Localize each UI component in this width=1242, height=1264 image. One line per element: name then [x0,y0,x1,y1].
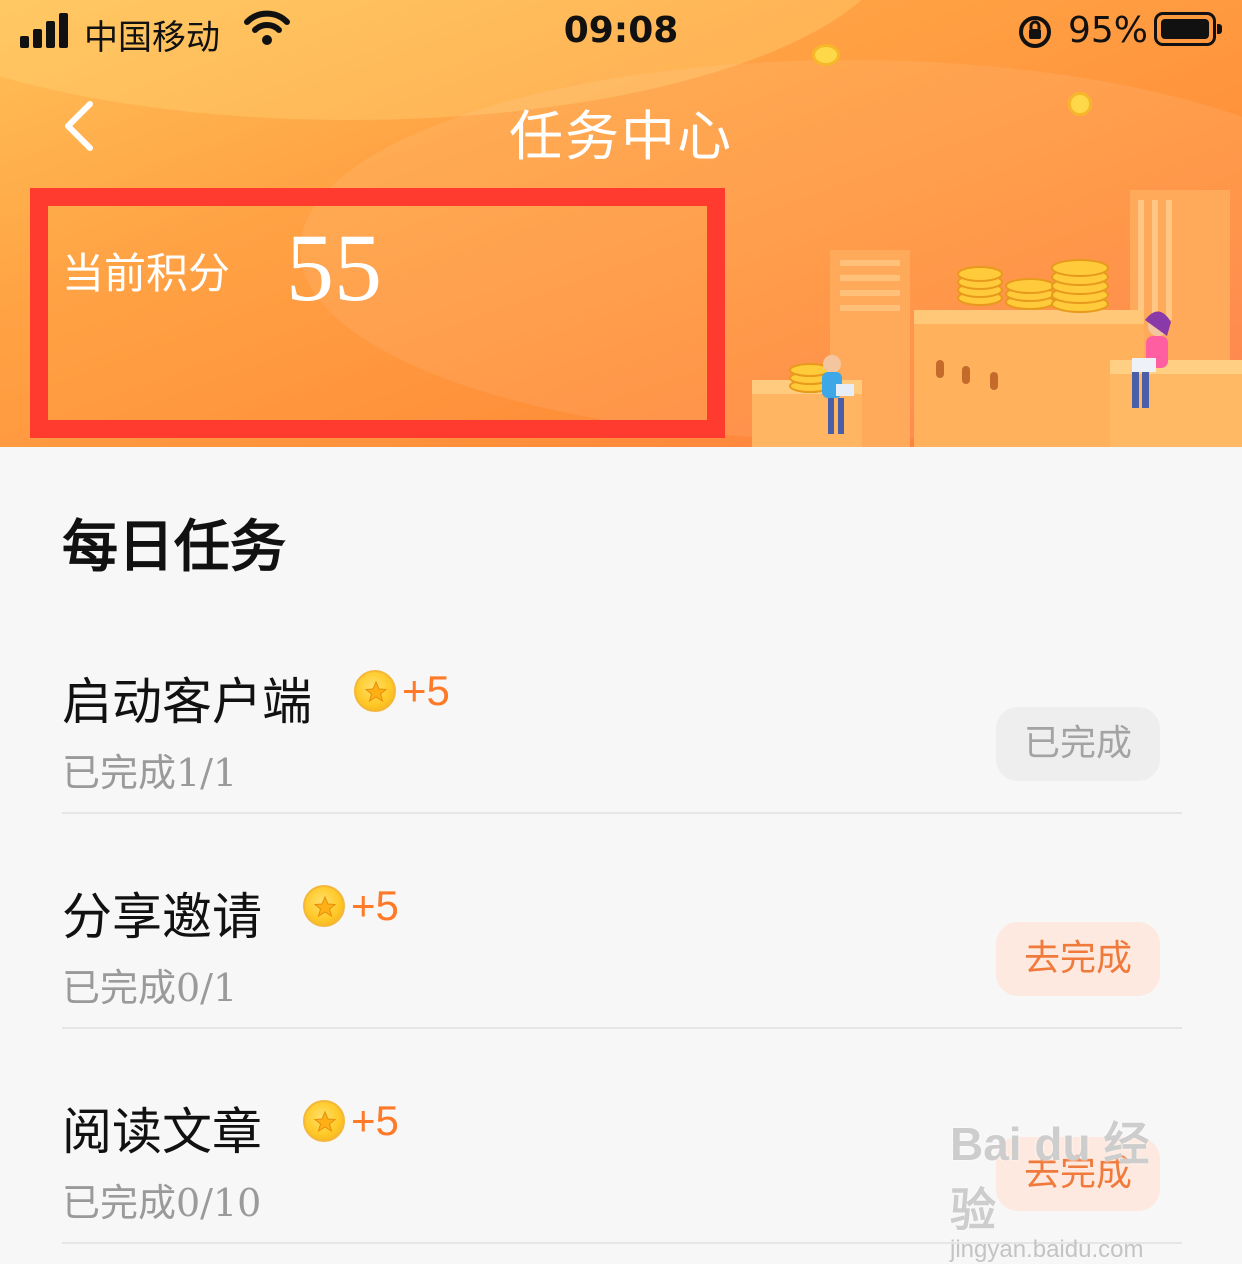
watermark-url: jingyan.baidu.com [950,1236,1144,1263]
task-progress: 已完成1/1 [62,751,238,795]
task-progress: 已完成0/1 [62,966,238,1010]
task-item: 启动客户端 +5 已完成1/1 已完成 [62,612,1182,814]
city-coins-illustration [752,190,1242,447]
watermark-logo: Bai du 经验 [950,1118,1150,1236]
task-progress: 已完成0/10 [62,1181,262,1225]
task-name: 阅读文章 [62,1103,262,1161]
clock: 09:08 [563,10,679,51]
coin-icon [303,885,345,927]
task-reward: +5 [354,667,450,714]
battery-percent: 95% [1068,10,1149,51]
coin-icon [303,1100,345,1142]
task-name: 分享邀请 [62,888,262,946]
highlight-box [30,188,725,438]
task-reward: +5 [303,1097,399,1144]
battery-icon [1154,12,1222,46]
header-banner: 中国移动 09:08 95% 任务中心 当前积分 55 [0,0,1242,447]
baidu-watermark: Bai du 经验 jingyan.baidu.com [950,1108,1190,1263]
status-bar: 中国移动 09:08 95% [0,0,1242,64]
task-go-button[interactable]: 去完成 [996,922,1160,996]
task-name: 启动客户端 [62,673,312,731]
task-item: 分享邀请 +5 已完成0/1 去完成 [62,827,1182,1029]
page-title: 任务中心 [509,105,733,168]
section-title: 每日任务 [62,514,286,580]
reward-amount: +5 [402,667,450,714]
task-completed-button[interactable]: 已完成 [996,707,1160,781]
task-reward: +5 [303,882,399,929]
orientation-lock-icon [1019,16,1051,48]
reward-amount: +5 [351,1097,399,1144]
coin-icon [354,670,396,712]
reward-amount: +5 [351,882,399,929]
